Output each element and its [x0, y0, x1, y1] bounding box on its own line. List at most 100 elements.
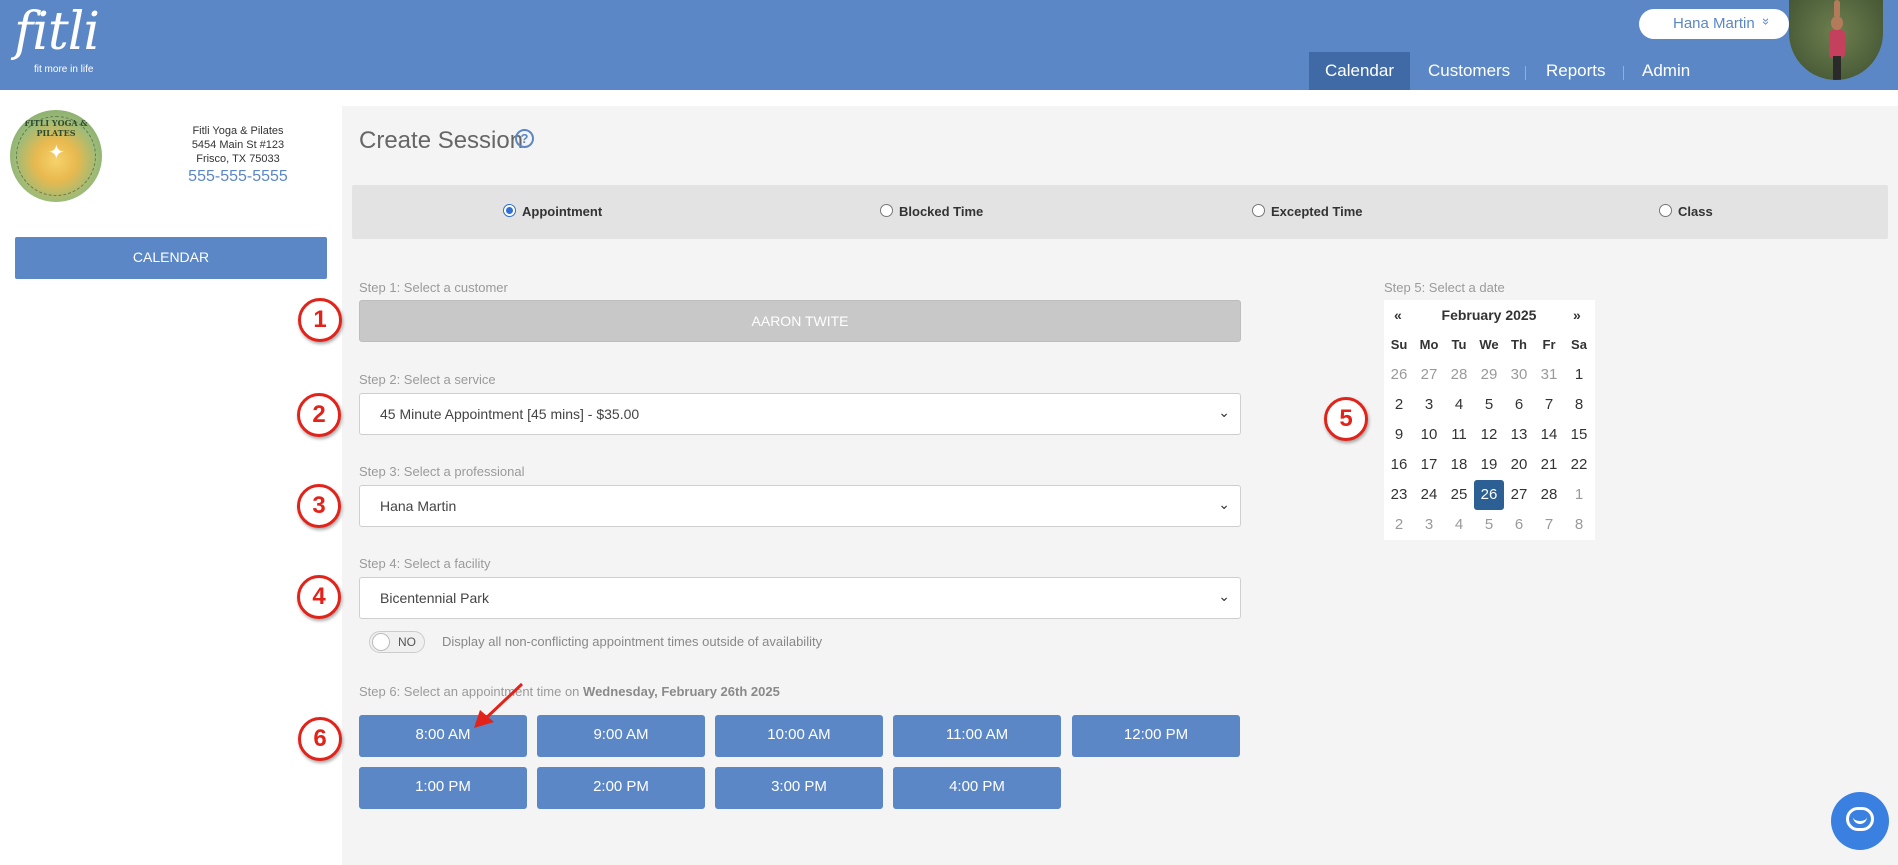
time-slot-button[interactable]: 10:00 AM [715, 715, 883, 757]
calendar-day[interactable]: 30 [1504, 360, 1534, 390]
calendar-day[interactable]: 27 [1414, 360, 1444, 390]
date-picker: « February 2025 » Su Mo Tu We Th Fr Sa 26 27 28 29… [1384, 300, 1595, 540]
chevron-down-icon: ⌄ [1218, 496, 1230, 512]
calendar-day[interactable]: 3 [1414, 510, 1444, 540]
radio-icon[interactable] [1252, 204, 1265, 217]
calendar-day[interactable]: 4 [1444, 510, 1474, 540]
step-badge-1: 1 [298, 298, 342, 342]
calendar-day[interactable]: 5 [1474, 390, 1504, 420]
calendar-day[interactable]: 29 [1474, 360, 1504, 390]
calendar-day[interactable]: 17 [1414, 450, 1444, 480]
calendar-day[interactable]: 28 [1534, 480, 1564, 510]
time-slot-button[interactable]: 12:00 PM [1072, 715, 1240, 757]
nav-calendar[interactable]: Calendar [1309, 52, 1410, 90]
weekday-header: We [1479, 337, 1499, 352]
weekday-header: Mo [1419, 337, 1439, 352]
radio-blocked-time[interactable]: Blocked Time [880, 204, 983, 219]
session-type-bar: Appointment Blocked Time Excepted Time C… [352, 185, 1888, 239]
time-slot-button[interactable]: 4:00 PM [893, 767, 1061, 809]
nav-admin[interactable]: Admin [1642, 52, 1690, 90]
calendar-day[interactable]: 12 [1474, 420, 1504, 450]
time-slot-button[interactable]: 2:00 PM [537, 767, 705, 809]
prev-month-button[interactable]: « [1394, 300, 1402, 330]
chat-button[interactable] [1831, 792, 1889, 850]
radio-appointment[interactable]: Appointment [503, 204, 602, 219]
professional-select[interactable]: Hana Martin ⌄ [359, 485, 1241, 527]
step-badge-4: 4 [297, 575, 341, 619]
radio-icon[interactable] [1659, 204, 1672, 217]
step4-label: Step 4: Select a facility [359, 556, 491, 571]
meditation-icon: ✦ [48, 142, 65, 164]
calendar-day[interactable]: 13 [1504, 420, 1534, 450]
help-icon[interactable]: ? [515, 129, 534, 148]
calendar-day[interactable]: 14 [1534, 420, 1564, 450]
calendar-day[interactable]: 7 [1534, 510, 1564, 540]
top-bar: fitli fit more in life Hana Martin » Cal… [0, 0, 1898, 90]
calendar-day[interactable]: 27 [1504, 480, 1534, 510]
step-badge-3: 3 [297, 484, 341, 528]
nav-reports[interactable]: Reports [1546, 52, 1606, 90]
calendar-day[interactable]: 15 [1564, 420, 1594, 450]
calendar-day[interactable]: 26 [1384, 360, 1414, 390]
calendar-day[interactable]: 21 [1534, 450, 1564, 480]
calendar-day[interactable]: 24 [1414, 480, 1444, 510]
calendar-day[interactable]: 10 [1414, 420, 1444, 450]
step3-label: Step 3: Select a professional [359, 464, 525, 479]
calendar-day[interactable]: 2 [1384, 510, 1414, 540]
calendar-button[interactable]: CALENDAR [15, 237, 327, 279]
calendar-day[interactable]: 1 [1564, 360, 1594, 390]
professional-select-value: Hana Martin [380, 498, 457, 514]
radio-icon[interactable] [880, 204, 893, 217]
radio-selected-icon[interactable] [503, 204, 516, 217]
time-slot-button[interactable]: 11:00 AM [893, 715, 1061, 757]
calendar-day[interactable]: 18 [1444, 450, 1474, 480]
calendar-day[interactable]: 9 [1384, 420, 1414, 450]
selected-date-text: Wednesday, February 26th 2025 [583, 684, 780, 699]
calendar-day[interactable]: 5 [1474, 510, 1504, 540]
calendar-day[interactable]: 3 [1414, 390, 1444, 420]
calendar-day[interactable]: 26 [1474, 480, 1504, 510]
calendar-day[interactable]: 8 [1564, 390, 1594, 420]
radio-excepted-time[interactable]: Excepted Time [1252, 204, 1363, 219]
customer-select-button[interactable]: AARON TWITE [359, 300, 1241, 342]
calendar-day[interactable]: 6 [1504, 390, 1534, 420]
business-address-1: 5454 Main St #123 [191, 139, 285, 151]
step5-label: Step 5: Select a date [1384, 280, 1505, 295]
time-slot-button[interactable]: 9:00 AM [537, 715, 705, 757]
availability-toggle[interactable]: NO [369, 631, 425, 653]
step6-label: Step 6: Select an appointment time on We… [359, 684, 780, 699]
calendar-day[interactable]: 8 [1564, 510, 1594, 540]
next-month-button[interactable]: » [1573, 300, 1581, 330]
calendar-day[interactable]: 16 [1384, 450, 1414, 480]
step-badge-6: 6 [298, 717, 342, 761]
calendar-day[interactable]: 31 [1534, 360, 1564, 390]
time-slot-button[interactable]: 3:00 PM [715, 767, 883, 809]
month-label[interactable]: February 2025 [1439, 300, 1539, 330]
calendar-day[interactable]: 25 [1444, 480, 1474, 510]
calendar-day[interactable]: 2 [1384, 390, 1414, 420]
nav-customers[interactable]: Customers [1428, 52, 1510, 90]
calendar-day[interactable]: 7 [1534, 390, 1564, 420]
facility-select[interactable]: Bicentennial Park ⌄ [359, 577, 1241, 619]
calendar-day[interactable]: 11 [1444, 420, 1474, 450]
business-address-2: Frisco, TX 75033 [196, 153, 280, 165]
chevron-down-icon: » [1759, 17, 1775, 26]
calendar-day[interactable]: 4 [1444, 390, 1474, 420]
business-logo: FITLI YOGA & PILATES ✦ [10, 110, 102, 202]
step-badge-5: 5 [1324, 397, 1368, 441]
service-select-value: 45 Minute Appointment [45 mins] - $35.00 [380, 406, 640, 422]
calendar-day[interactable]: 22 [1564, 450, 1594, 480]
user-menu[interactable]: Hana Martin » [1639, 9, 1789, 39]
chevron-down-icon: ⌄ [1218, 588, 1230, 604]
service-select[interactable]: 45 Minute Appointment [45 mins] - $35.00… [359, 393, 1241, 435]
radio-class[interactable]: Class [1659, 204, 1713, 219]
time-slot-button[interactable]: 1:00 PM [359, 767, 527, 809]
business-phone[interactable]: 555-555-5555 [168, 169, 308, 185]
calendar-day[interactable]: 23 [1384, 480, 1414, 510]
calendar-day[interactable]: 1 [1564, 480, 1594, 510]
calendar-day[interactable]: 6 [1504, 510, 1534, 540]
calendar-day[interactable]: 28 [1444, 360, 1474, 390]
toggle-knob [372, 633, 390, 651]
calendar-day[interactable]: 20 [1504, 450, 1534, 480]
calendar-day[interactable]: 19 [1474, 450, 1504, 480]
